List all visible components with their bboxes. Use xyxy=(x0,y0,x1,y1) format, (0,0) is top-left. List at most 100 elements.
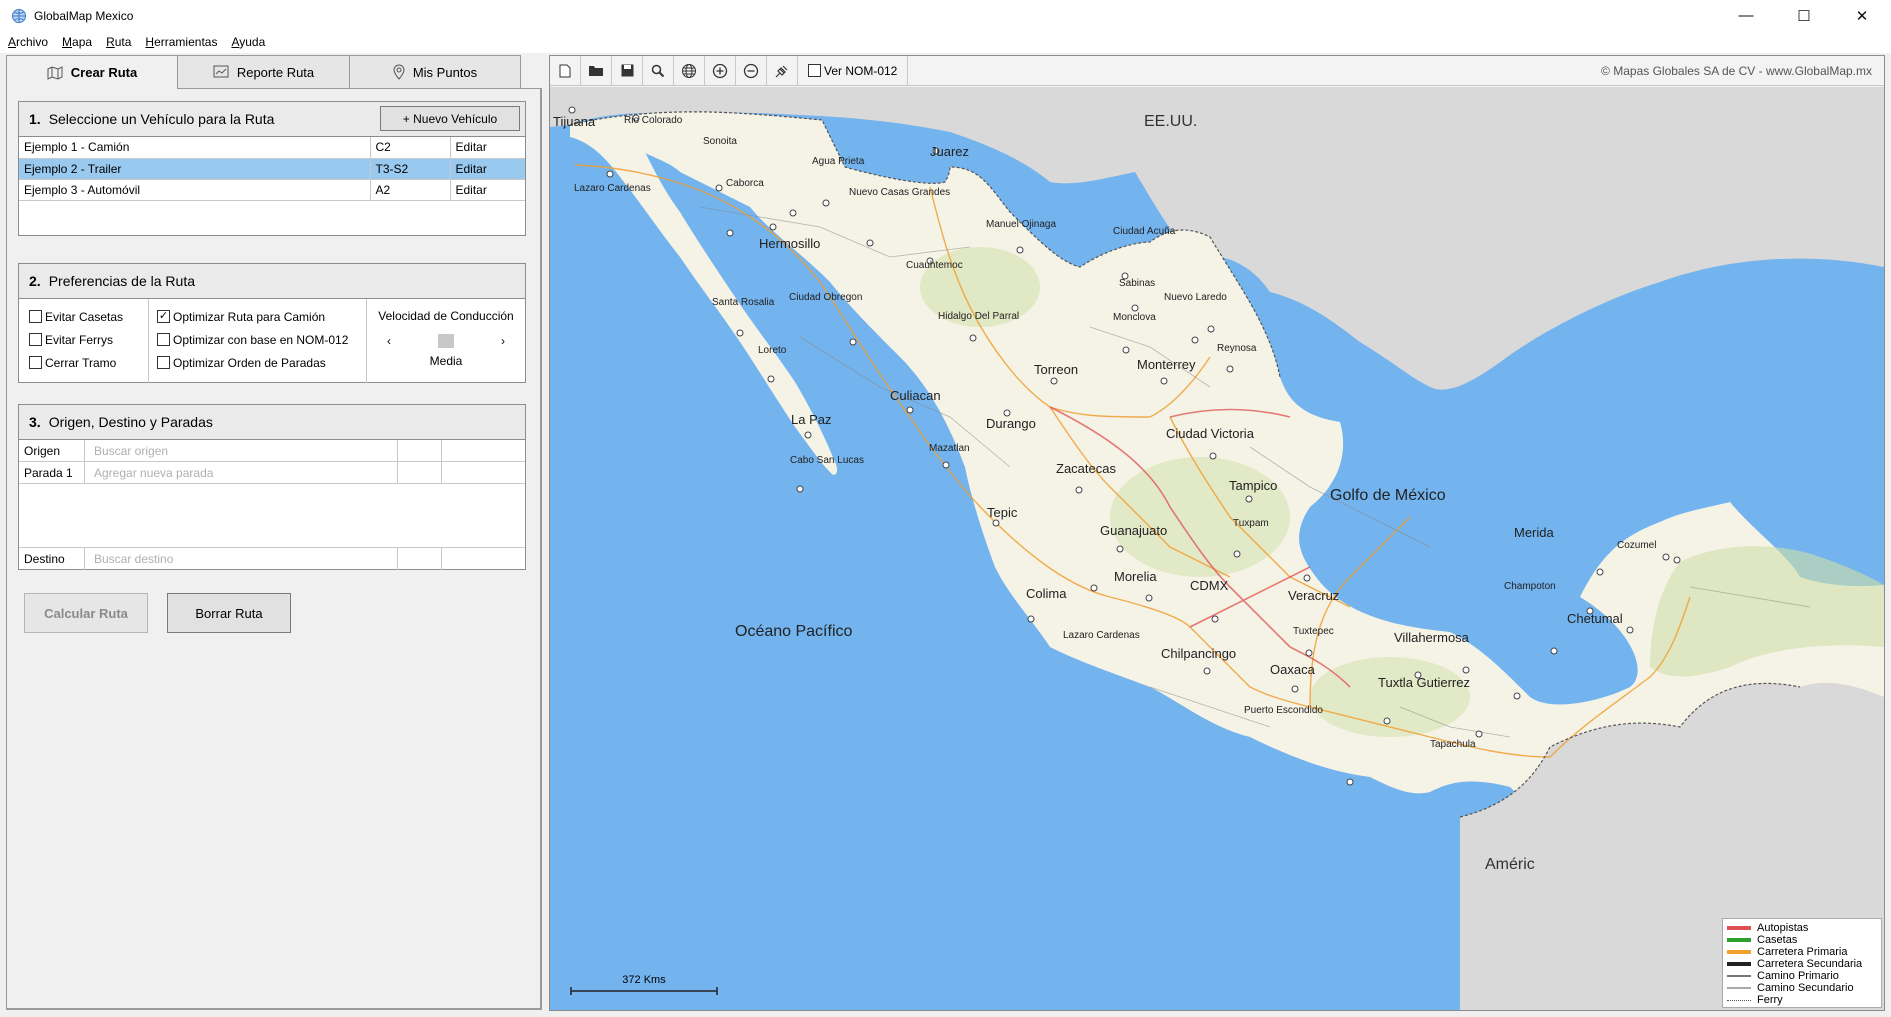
city-label[interactable]: La Paz xyxy=(791,412,831,427)
destination-extra-cell[interactable] xyxy=(442,548,525,570)
legend-row: Casetas xyxy=(1727,934,1877,946)
menu-mapa[interactable]: Mapa xyxy=(62,35,92,49)
satellite-icon[interactable] xyxy=(767,56,797,85)
city-label[interactable]: Nuevo Casas Grandes xyxy=(849,187,950,198)
optimize-truck-checkbox[interactable]: ✓ Optimizar Ruta para Camión xyxy=(157,305,366,328)
city-label[interactable]: Champoton xyxy=(1504,581,1556,592)
close-segment-checkbox[interactable]: Cerrar Tramo xyxy=(29,351,148,374)
city-label[interactable]: Santa Rosalia xyxy=(712,297,774,308)
table-row[interactable]: Ejemplo 3 - Automóvil A2 Editar xyxy=(19,179,525,201)
city-label[interactable]: Villahermosa xyxy=(1394,630,1469,645)
nom012-checkbox[interactable] xyxy=(808,64,821,77)
optimize-nom012-checkbox[interactable]: Optimizar con base en NOM-012 xyxy=(157,328,366,351)
menu-archivo[interactable]: Archivo xyxy=(8,35,48,49)
city-label[interactable]: Culiacan xyxy=(890,388,941,403)
zoom-in-icon[interactable] xyxy=(705,56,735,85)
city-label[interactable]: Hermosillo xyxy=(759,236,820,251)
minimize-button[interactable]: — xyxy=(1717,0,1775,31)
speed-increase-arrow-icon[interactable]: › xyxy=(501,334,505,348)
city-label[interactable]: Oaxaca xyxy=(1270,662,1315,677)
globe-icon[interactable] xyxy=(674,56,704,85)
destination-action-cell[interactable] xyxy=(398,548,442,570)
city-label[interactable]: Durango xyxy=(986,416,1036,431)
edit-vehicle-link[interactable]: Editar xyxy=(450,158,525,180)
zoom-out-icon[interactable] xyxy=(736,56,766,85)
city-label[interactable]: Tuxtla Gutierrez xyxy=(1378,675,1470,690)
city-label[interactable]: Manuel Ojinaga xyxy=(986,219,1056,230)
tab-crear-ruta[interactable]: Crear Ruta xyxy=(6,55,178,89)
open-folder-icon[interactable] xyxy=(581,56,611,85)
city-label[interactable]: Guanajuato xyxy=(1100,523,1167,538)
stop-input[interactable]: Agregar nueva parada xyxy=(85,462,398,483)
city-label[interactable]: Chetumal xyxy=(1567,611,1623,626)
clear-route-button[interactable]: Borrar Ruta xyxy=(167,593,291,633)
city-label[interactable]: Merida xyxy=(1514,525,1554,540)
city-label[interactable]: Loreto xyxy=(758,345,786,356)
speed-slider-thumb[interactable] xyxy=(438,334,454,348)
city-label[interactable]: Tampico xyxy=(1229,478,1277,493)
city-label[interactable]: Juarez xyxy=(930,144,969,159)
save-icon[interactable] xyxy=(612,56,642,85)
maximize-button[interactable]: ☐ xyxy=(1775,0,1833,31)
optimize-stops-checkbox[interactable]: Optimizar Orden de Paradas xyxy=(157,351,366,374)
city-label[interactable]: Caborca xyxy=(726,178,764,189)
city-label[interactable]: Monterrey xyxy=(1137,357,1196,372)
calculate-route-button[interactable]: Calcular Ruta xyxy=(24,593,148,633)
menu-ruta[interactable]: Ruta xyxy=(106,35,131,49)
city-label[interactable]: Hidalgo Del Parral xyxy=(938,311,1019,322)
speed-decrease-arrow-icon[interactable]: ‹ xyxy=(387,334,391,348)
city-label[interactable]: Cozumel xyxy=(1617,540,1656,551)
city-label[interactable]: Reynosa xyxy=(1217,343,1256,354)
table-row[interactable]: Ejemplo 1 - Camión C2 Editar xyxy=(19,137,525,159)
tab-mis-puntos[interactable]: Mis Puntos xyxy=(349,55,521,88)
city-label[interactable]: Ciudad Victoria xyxy=(1166,426,1254,441)
city-label[interactable]: Chilpancingo xyxy=(1161,646,1236,661)
destination-input[interactable]: Buscar destino xyxy=(85,548,398,570)
city-label[interactable]: Lazaro Cardenas xyxy=(1063,630,1140,641)
city-label[interactable]: Sabinas xyxy=(1119,278,1155,289)
city-label[interactable]: Zacatecas xyxy=(1056,461,1116,476)
city-label[interactable]: Nuevo Laredo xyxy=(1164,292,1227,303)
city-label[interactable]: Lazaro Cardenas xyxy=(574,183,651,194)
edit-vehicle-link[interactable]: Editar xyxy=(450,137,525,159)
city-label[interactable]: Mazatlan xyxy=(929,443,970,454)
city-label[interactable]: Sonoita xyxy=(703,136,737,147)
new-document-icon[interactable] xyxy=(550,56,580,85)
nom012-toggle[interactable]: Ver NOM-012 xyxy=(798,64,907,78)
city-label[interactable]: Veracruz xyxy=(1288,588,1339,603)
city-label[interactable]: Tijuana xyxy=(553,114,595,129)
search-icon[interactable] xyxy=(643,56,673,85)
city-label[interactable]: Cabo San Lucas xyxy=(790,455,864,466)
edit-vehicle-link[interactable]: Editar xyxy=(450,179,525,201)
city-label[interactable]: Agua Prieta xyxy=(812,156,864,167)
menu-herramientas[interactable]: Herramientas xyxy=(145,35,217,49)
city-label[interactable]: Cuauhtemoc xyxy=(906,260,963,271)
city-label[interactable]: Torreon xyxy=(1034,362,1078,377)
city-label[interactable]: Morelia xyxy=(1114,569,1157,584)
close-button[interactable]: ✕ xyxy=(1833,0,1891,31)
city-label[interactable]: Rio Colorado xyxy=(624,115,682,126)
city-label[interactable]: Ciudad Acuña xyxy=(1113,226,1175,237)
city-label[interactable]: Colima xyxy=(1026,586,1066,601)
city-label[interactable]: Tuxtepec xyxy=(1293,626,1334,637)
avoid-tolls-checkbox[interactable]: Evitar Casetas xyxy=(29,305,148,328)
checkbox-label: Optimizar Orden de Paradas xyxy=(173,355,326,370)
city-label[interactable]: Ciudad Obregon xyxy=(789,292,862,303)
city-label[interactable]: Tepic xyxy=(987,505,1017,520)
stop-extra-cell[interactable] xyxy=(442,462,525,483)
tab-reporte-ruta[interactable]: Reporte Ruta xyxy=(177,55,350,88)
stop-action-cell[interactable] xyxy=(398,462,442,483)
origin-extra-cell[interactable] xyxy=(442,440,525,461)
map-canvas[interactable]: EE.UU. Améric Golfo de México Océano Pac… xyxy=(550,87,1884,1010)
city-label[interactable]: Monclova xyxy=(1113,312,1156,323)
new-vehicle-button[interactable]: + Nuevo Vehículo xyxy=(380,106,520,131)
city-label[interactable]: Puerto Escondido xyxy=(1244,705,1323,716)
city-label[interactable]: CDMX xyxy=(1190,578,1228,593)
menu-ayuda[interactable]: Ayuda xyxy=(231,35,265,49)
origin-input[interactable]: Buscar origen xyxy=(85,440,398,461)
origin-action-cell[interactable] xyxy=(398,440,442,461)
avoid-ferries-checkbox[interactable]: Evitar Ferrys xyxy=(29,328,148,351)
city-label[interactable]: Tuxpam xyxy=(1233,518,1269,529)
table-row[interactable]: Ejemplo 2 - Trailer T3-S2 Editar xyxy=(19,158,525,180)
city-label[interactable]: Tapachula xyxy=(1430,739,1476,750)
